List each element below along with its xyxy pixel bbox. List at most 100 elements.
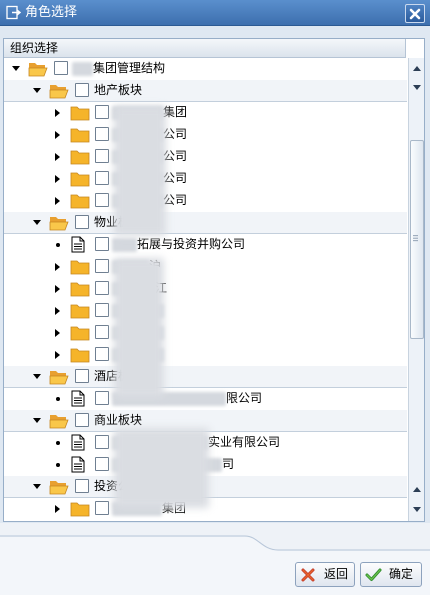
window-title: 角色选择 xyxy=(25,5,78,20)
checkbox[interactable] xyxy=(95,457,109,471)
tree-label: 集团 xyxy=(163,105,188,119)
tree-row-item[interactable]: 公司 xyxy=(4,168,407,190)
checkbox[interactable] xyxy=(75,83,89,97)
tree-row-item[interactable] xyxy=(4,300,407,322)
folder-open-icon xyxy=(49,217,69,231)
tree-row-group[interactable]: 地产板块 xyxy=(4,80,407,102)
checkbox[interactable] xyxy=(75,215,89,229)
checkbox[interactable] xyxy=(75,369,89,383)
tree-row-item[interactable]: 公司 xyxy=(4,124,407,146)
scroll-up-icon[interactable] xyxy=(410,483,424,497)
tree-label: 拓展与投资并购公司 xyxy=(137,237,246,251)
leaf-bullet xyxy=(56,441,60,445)
tree-row-item[interactable]: 沪 xyxy=(4,256,407,278)
checkbox[interactable] xyxy=(95,237,109,251)
leaf-bullet xyxy=(56,463,60,467)
tree-label: 公司 xyxy=(163,127,188,141)
expanded-arrow-icon[interactable] xyxy=(33,87,41,95)
title-bar: 角色选择 xyxy=(0,0,430,26)
checkbox[interactable] xyxy=(95,325,109,339)
tree-label: 公司 xyxy=(163,149,188,163)
scroll-down-icon[interactable] xyxy=(410,80,424,94)
scroll-up-icon[interactable] xyxy=(410,62,424,76)
tree-row-item[interactable]: 集团 xyxy=(4,102,407,124)
folder-icon xyxy=(70,260,90,275)
checkbox[interactable] xyxy=(95,347,109,361)
folder-open-icon xyxy=(49,371,69,385)
collapsed-arrow-icon[interactable] xyxy=(54,285,62,293)
document-icon xyxy=(71,456,85,473)
back-button-label: 返回 xyxy=(324,567,349,581)
tree-label: 公司 xyxy=(163,171,188,185)
exit-icon xyxy=(6,5,21,20)
checkbox[interactable] xyxy=(95,149,109,163)
ok-button[interactable]: 确定 xyxy=(360,562,422,587)
tree-row-root[interactable]: 集团管理结构 xyxy=(4,58,407,80)
checkbox[interactable] xyxy=(75,479,89,493)
folder-icon xyxy=(70,128,90,143)
leaf-bullet xyxy=(56,397,60,401)
folder-open-icon xyxy=(49,481,69,495)
collapsed-arrow-icon[interactable] xyxy=(54,175,62,183)
tree-label: 商业板块 xyxy=(94,413,143,427)
checkbox[interactable] xyxy=(95,105,109,119)
tree-label: 公司 xyxy=(163,193,188,207)
checkmark-icon xyxy=(365,568,382,581)
redacted-overlay xyxy=(114,428,209,508)
tree-row-item[interactable]: 江 xyxy=(4,278,407,300)
expanded-arrow-icon[interactable] xyxy=(12,65,20,73)
vertical-scrollbar[interactable] xyxy=(408,58,424,521)
back-button[interactable]: 返回 xyxy=(295,562,355,587)
close-icon xyxy=(409,8,421,20)
tree-row-group[interactable]: 酒店板块 xyxy=(4,366,407,388)
leaf-bullet xyxy=(56,243,60,247)
expanded-arrow-icon[interactable] xyxy=(33,373,41,381)
collapsed-arrow-icon[interactable] xyxy=(54,153,62,161)
folder-open-icon xyxy=(49,85,69,99)
collapsed-arrow-icon[interactable] xyxy=(54,351,62,359)
folder-icon xyxy=(70,106,90,121)
checkbox[interactable] xyxy=(75,413,89,427)
tree-row-item[interactable] xyxy=(4,344,407,366)
folder-open-icon xyxy=(28,63,48,77)
collapsed-arrow-icon[interactable] xyxy=(54,505,62,513)
tree-row-group[interactable]: 物业板块 xyxy=(4,212,407,234)
collapsed-arrow-icon[interactable] xyxy=(54,131,62,139)
tree-row-item[interactable]: 公司 xyxy=(4,146,407,168)
tree-label: 集团管理结构 xyxy=(93,61,166,75)
scroll-down-icon[interactable] xyxy=(410,502,424,516)
checkbox[interactable] xyxy=(95,259,109,273)
checkbox[interactable] xyxy=(95,303,109,317)
checkbox[interactable] xyxy=(95,391,109,405)
checkbox[interactable] xyxy=(95,171,109,185)
collapsed-arrow-icon[interactable] xyxy=(54,197,62,205)
folder-icon xyxy=(70,502,90,517)
tree-label: 实业有限公司 xyxy=(208,435,281,449)
checkbox[interactable] xyxy=(95,501,109,515)
collapsed-arrow-icon[interactable] xyxy=(54,307,62,315)
tree-row-item[interactable]: 限公司 xyxy=(4,388,407,410)
tree-row-item[interactable]: 公司 xyxy=(4,190,407,212)
grip-icon xyxy=(413,235,418,242)
checkbox[interactable] xyxy=(95,193,109,207)
expanded-arrow-icon[interactable] xyxy=(33,483,41,491)
tree-row-item[interactable] xyxy=(4,322,407,344)
collapsed-arrow-icon[interactable] xyxy=(54,109,62,117)
document-icon xyxy=(71,434,85,451)
tree-row-item[interactable]: 拓展与投资并购公司 xyxy=(4,234,407,256)
checkbox[interactable] xyxy=(95,127,109,141)
expanded-arrow-icon[interactable] xyxy=(33,219,41,227)
folder-open-icon xyxy=(49,415,69,429)
folder-icon xyxy=(70,194,90,209)
collapsed-arrow-icon[interactable] xyxy=(54,263,62,271)
checkbox[interactable] xyxy=(54,61,68,75)
org-tree: 集团管理结构 地产板块 集团 公司 公司 公司 公司 拓展与投资并购公司 限公司… xyxy=(4,58,407,521)
checkbox[interactable] xyxy=(95,281,109,295)
expanded-arrow-icon[interactable] xyxy=(33,417,41,425)
close-button[interactable] xyxy=(405,4,425,23)
collapsed-arrow-icon[interactable] xyxy=(54,329,62,337)
redacted-text xyxy=(72,62,93,76)
checkbox[interactable] xyxy=(95,435,109,449)
redacted-overlay xyxy=(114,258,164,398)
tree-label: 司 xyxy=(222,457,235,471)
